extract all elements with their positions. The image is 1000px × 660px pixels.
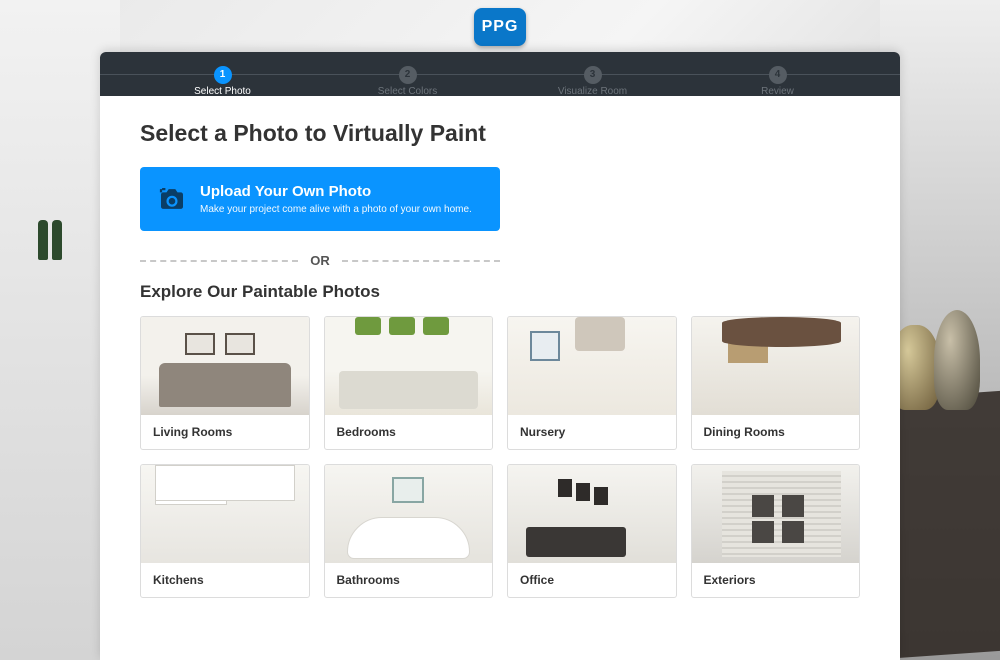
category-thumbnail — [692, 317, 860, 415]
camera-icon — [158, 188, 186, 210]
step-number-badge: 4 — [769, 66, 787, 84]
main-panel: 1 Select Photo 2 Select Colors 3 Visuali… — [100, 52, 900, 660]
or-divider: OR — [140, 253, 500, 268]
step-number-badge: 1 — [214, 66, 232, 84]
brand-logo[interactable]: PPG — [474, 8, 526, 46]
category-card-office[interactable]: Office — [507, 464, 677, 598]
upload-text: Upload Your Own Photo Make your project … — [200, 183, 472, 215]
category-card-bathrooms[interactable]: Bathrooms — [324, 464, 494, 598]
divider-line — [342, 260, 500, 262]
category-label: Living Rooms — [141, 415, 309, 449]
category-thumbnail — [692, 465, 860, 563]
category-label: Exteriors — [692, 563, 860, 597]
category-label: Nursery — [508, 415, 676, 449]
upload-subtitle: Make your project come alive with a phot… — [200, 204, 472, 215]
category-label: Dining Rooms — [692, 415, 860, 449]
category-label: Bedrooms — [325, 415, 493, 449]
category-label: Office — [508, 563, 676, 597]
category-card-nursery[interactable]: Nursery — [507, 316, 677, 450]
step-label: Select Colors — [315, 86, 500, 97]
category-thumbnail — [508, 465, 676, 563]
upload-title: Upload Your Own Photo — [200, 183, 472, 200]
category-thumbnail — [325, 465, 493, 563]
category-thumbnail — [141, 317, 309, 415]
step-number-badge: 2 — [399, 66, 417, 84]
divider-text: OR — [310, 253, 330, 268]
category-label: Bathrooms — [325, 563, 493, 597]
step-bar: 1 Select Photo 2 Select Colors 3 Visuali… — [100, 52, 900, 96]
step-label: Visualize Room — [500, 86, 685, 97]
page-title: Select a Photo to Virtually Paint — [140, 120, 860, 147]
step-number-badge: 3 — [584, 66, 602, 84]
category-thumbnail — [325, 317, 493, 415]
background-bottle — [38, 220, 48, 260]
content-area: Select a Photo to Virtually Paint Upload… — [100, 96, 900, 622]
category-card-living-rooms[interactable]: Living Rooms — [140, 316, 310, 450]
background-vase — [934, 310, 980, 410]
divider-line — [140, 260, 298, 262]
category-card-kitchens[interactable]: Kitchens — [140, 464, 310, 598]
background-bottle — [52, 220, 62, 260]
step-label: Review — [685, 86, 870, 97]
category-grid: Living Rooms Bedrooms Nursery Dining Roo… — [140, 316, 860, 598]
explore-heading: Explore Our Paintable Photos — [140, 282, 860, 302]
category-card-exteriors[interactable]: Exteriors — [691, 464, 861, 598]
category-thumbnail — [508, 317, 676, 415]
category-card-bedrooms[interactable]: Bedrooms — [324, 316, 494, 450]
category-thumbnail — [141, 465, 309, 563]
upload-photo-button[interactable]: Upload Your Own Photo Make your project … — [140, 167, 500, 231]
category-label: Kitchens — [141, 563, 309, 597]
category-card-dining-rooms[interactable]: Dining Rooms — [691, 316, 861, 450]
step-label: Select Photo — [130, 86, 315, 97]
